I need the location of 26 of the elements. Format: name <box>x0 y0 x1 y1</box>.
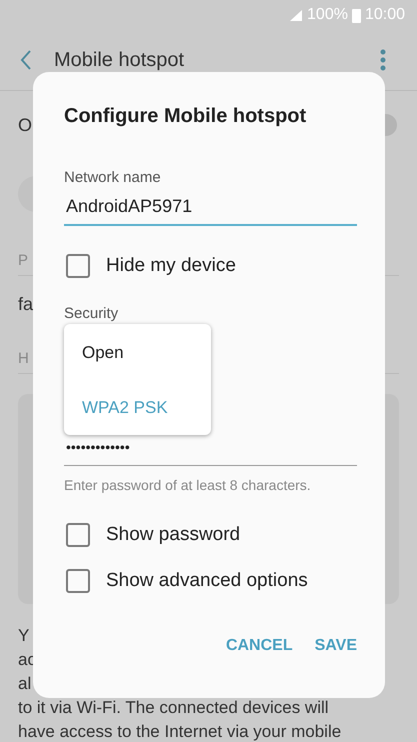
more-options-icon <box>380 49 386 71</box>
checkbox[interactable] <box>66 254 90 278</box>
section-label: P <box>18 252 28 269</box>
section-label: H <box>18 350 29 367</box>
dropdown-option[interactable]: Open <box>82 341 124 365</box>
field-label: Security <box>64 304 120 324</box>
checkbox-label: Show advanced options <box>106 570 308 592</box>
checkbox[interactable] <box>66 523 90 547</box>
field-label: Network name <box>64 168 162 188</box>
input-field[interactable]: AndroidAP5971 <box>64 188 357 226</box>
checkbox-label: Hide my device <box>106 255 236 277</box>
body-text: al <box>18 673 32 695</box>
toggle-switch[interactable] <box>385 114 397 136</box>
back-icon <box>20 50 32 70</box>
body-text: have access to the Internet via your mobile <box>18 721 342 742</box>
checkbox-label: Show password <box>106 524 240 546</box>
hint-text: Enter password of at least 8 characters. <box>64 476 312 495</box>
checkbox[interactable] <box>66 569 90 593</box>
dialog-title: Configure Mobile hotspot <box>64 104 308 129</box>
setting-label: O <box>18 114 32 136</box>
body-text: to it via Wi-Fi. The connected devices will <box>18 697 329 719</box>
body-text: Y <box>18 625 30 647</box>
page-title: Mobile hotspot <box>54 48 186 72</box>
signal-icon <box>289 8 304 22</box>
battery-icon <box>352 8 361 22</box>
setting-value: fa <box>18 294 34 314</box>
